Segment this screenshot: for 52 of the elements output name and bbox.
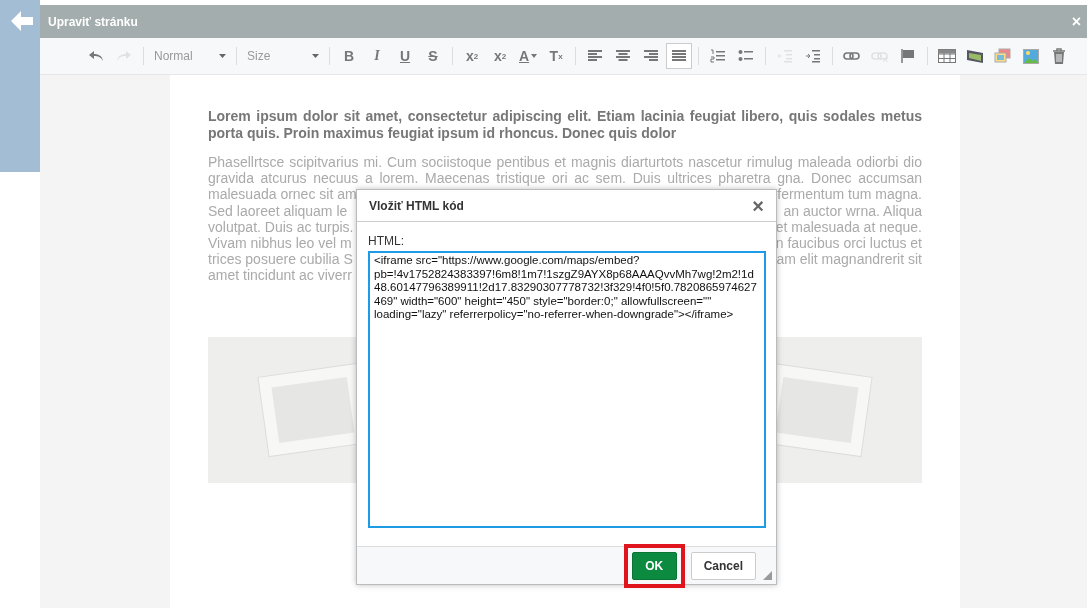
dropdown[interactable]: Size <box>243 44 323 68</box>
align-left-icon <box>587 50 604 62</box>
paragraph-text: an auctor wrna. Aliqua <box>783 202 922 219</box>
unlink-icon <box>871 50 890 62</box>
caret-icon <box>312 54 319 58</box>
justify-button[interactable] <box>666 43 693 69</box>
link-icon <box>843 50 862 62</box>
gallery-icon <box>994 48 1013 64</box>
dialog-title: Vložiť HTML kód <box>369 198 464 213</box>
resize-grip-icon[interactable] <box>763 571 772 580</box>
trash-icon <box>1052 48 1067 64</box>
cancel-button[interactable]: Cancel <box>690 551 756 580</box>
html-input-field[interactable]: <iframe src="https://www.google.com/maps/embed?pb=!4v1752824383397!6m8!1m7!1szgZ9AYX8p68AAAQvvMh7wg!2m2!1d48.60147796389911!2d17.83290307778732!3f329!4f0!5f0.7820865974627469" width="600" height="450" style="border:0;" allowfullscreen="" loading="lazy" referrerpolicy="no-referrer-when-downgrade"></iframe> <box>368 251 766 528</box>
flag-icon <box>901 49 916 63</box>
color-button[interactable]: A <box>515 43 542 69</box>
document-heading: Lorem ipsum dolor sit amet, consectetur adipiscing elit. Etiam lacinia feugiat libero, quis sodales metus porta quis. Proin maximus feugiat ipsum id rhoncus. Donec quis dolor <box>208 108 922 142</box>
bold-button[interactable]: B <box>336 43 362 69</box>
outdent-icon <box>777 49 794 63</box>
paragraph-text: gravida atcurus necuus a lorem. Maecenas tristique ori ac sem. Duis ultrices pharetra gna. Donec accumsan <box>208 170 922 187</box>
caret-icon <box>531 54 538 58</box>
align-right-icon <box>643 50 660 62</box>
script-button[interactable]: x$^{2}$ <box>487 43 513 69</box>
paragraph-text: n faucibus orci luctus et <box>775 235 922 252</box>
undo-icon <box>88 50 104 62</box>
dropdown[interactable]: Normal <box>150 44 230 68</box>
paragraph-text: Sed laoreet aliquam le <box>208 202 348 219</box>
redo-icon <box>116 50 132 62</box>
paragraph-text: trices posuere cubilia S <box>208 251 353 268</box>
italic-button[interactable]: I <box>364 43 390 69</box>
bulleted-list-icon <box>738 49 755 63</box>
close-button[interactable]: × <box>752 195 764 216</box>
paragraph-text: am elit magnandrerit sit <box>776 251 922 268</box>
caret-icon <box>219 54 226 58</box>
table-icon <box>938 49 957 63</box>
numbered-list-icon <box>710 49 727 63</box>
paragraph-text: fermentum tum magna. <box>777 186 922 203</box>
paragraph-text: Phasellrtsce scipitvarius mi. Cum sociistoque pentibus et magnis diarturtots nascetur rimulug maleada odiorbi dio <box>208 154 922 171</box>
indent-icon <box>805 49 822 63</box>
paragraph-text: malesuada ornec sit am <box>208 186 357 203</box>
paragraph-text: volutpat. Duis ac turpis. <box>208 218 354 235</box>
paragraph-text: Vivam nibhus leo vel m <box>208 235 352 252</box>
image-icon <box>1023 48 1040 64</box>
close-button[interactable]: × <box>1065 12 1087 31</box>
window-title: Upraviť stránku <box>48 14 138 29</box>
underline-button[interactable]: U <box>392 43 418 69</box>
align-center-icon <box>615 50 632 62</box>
strike-button[interactable]: S <box>420 43 446 69</box>
picture-icon <box>966 48 985 64</box>
ok-button[interactable]: OK <box>631 551 677 580</box>
paragraph-text: amet tincidunt ac viverr <box>208 267 352 284</box>
field-label: HTML: <box>368 234 405 248</box>
justify-icon <box>671 50 688 62</box>
